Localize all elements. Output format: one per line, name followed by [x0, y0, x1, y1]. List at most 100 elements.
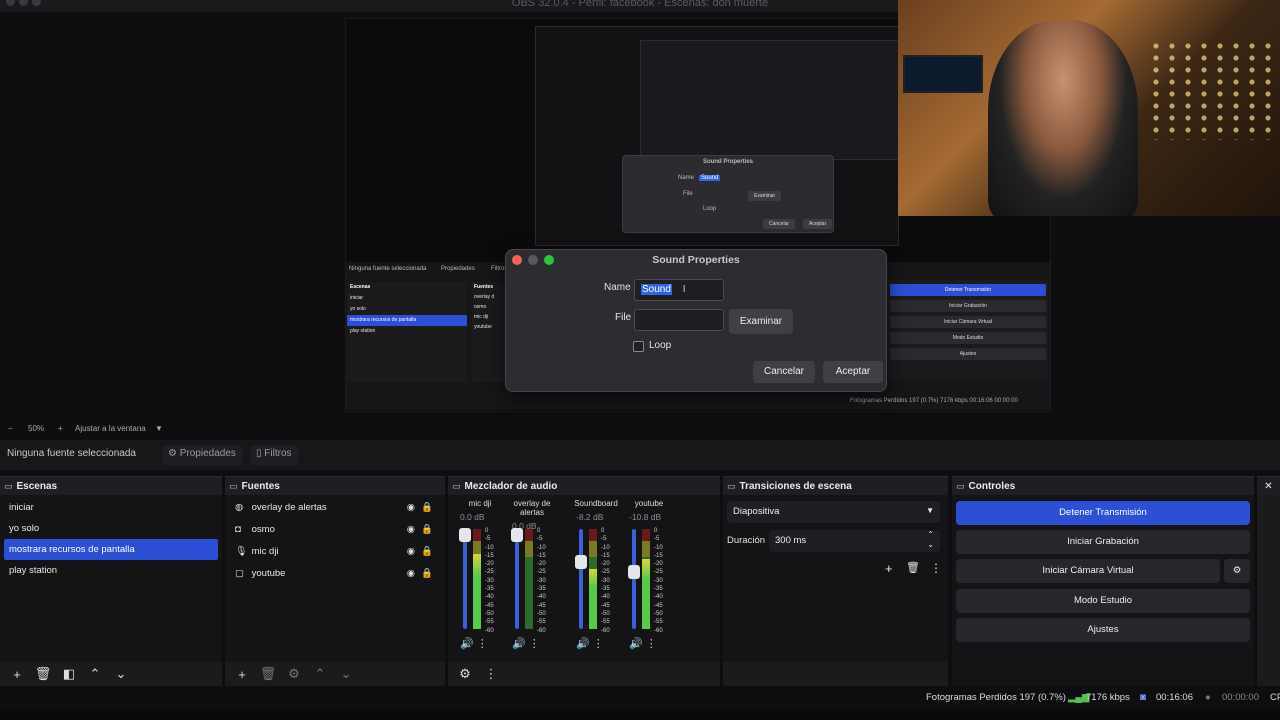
zoom-in-button[interactable]: +: [58, 424, 63, 433]
eye-icon[interactable]: ◉: [407, 519, 415, 541]
gear-icon[interactable]: ⚙: [283, 666, 305, 682]
globe-icon: ◍: [235, 502, 244, 513]
record-time: 00:00:00: [1222, 692, 1259, 703]
more-icon[interactable]: ⋮: [590, 638, 604, 650]
more-icon[interactable]: ⋮: [526, 638, 540, 650]
move-down-icon[interactable]: ⌄: [110, 666, 132, 682]
dock-float-icon[interactable]: ▭: [956, 481, 965, 492]
trash-icon[interactable]: 🗑: [906, 561, 920, 574]
file-input[interactable]: [634, 309, 724, 331]
lock-icon[interactable]: 🔒: [421, 519, 433, 541]
speaker-icon[interactable]: 🔊: [512, 638, 526, 650]
level-meter: [473, 529, 481, 629]
fader-handle[interactable]: [459, 528, 471, 542]
more-icon[interactable]: ⋮: [480, 666, 502, 682]
browse-button[interactable]: Examinar: [729, 309, 793, 334]
file-label: File: [615, 312, 632, 323]
name-input[interactable]: Sound I: [634, 279, 724, 301]
virtual-camera-button[interactable]: Iniciar Cámara Virtual: [956, 559, 1220, 583]
filter-icon[interactable]: ◧: [58, 666, 80, 682]
eye-icon[interactable]: ◉: [407, 541, 415, 563]
duration-input[interactable]: 300 ms ⌃ ⌄: [769, 530, 940, 552]
inner-scene-item: yo solo: [350, 306, 366, 312]
window-traffic-lights[interactable]: [6, 0, 45, 6]
add-source-button[interactable]: +: [231, 667, 253, 682]
name-label: Name: [604, 282, 631, 293]
scene-item-mostrara-recursos[interactable]: mostrara recursos de pantalla: [4, 539, 218, 560]
camera-icon: ◘: [235, 524, 241, 535]
speaker-icon[interactable]: 🔊: [576, 638, 590, 650]
studio-mode-button[interactable]: Modo Estudio: [956, 589, 1250, 613]
transition-select[interactable]: Diapositiva ▼: [727, 501, 940, 523]
chevron-down-icon[interactable]: ▼: [155, 424, 163, 433]
start-recording-button[interactable]: Iniciar Grabación: [956, 530, 1250, 554]
filters-button[interactable]: ▯ Filtros: [250, 445, 298, 465]
close-icon[interactable]: [512, 255, 522, 265]
volume-fader[interactable]: [515, 529, 519, 629]
volume-fader[interactable]: [632, 529, 636, 629]
fit-window-option[interactable]: Ajustar a la ventana: [75, 424, 146, 433]
audio-mixer-dock: ▭ Mezclador de audio mic dji 0.0 dB 0 -5 -10…: [448, 476, 720, 686]
fader-handle[interactable]: [511, 528, 523, 542]
loop-checkbox[interactable]: [633, 341, 644, 352]
accept-button[interactable]: Aceptar: [823, 361, 883, 383]
eye-icon[interactable]: ◉: [407, 497, 415, 519]
scale-tick: -10: [537, 544, 546, 551]
scene-item-iniciar[interactable]: iniciar: [0, 497, 222, 518]
dock-float-icon[interactable]: ▭: [4, 481, 13, 492]
dock-float-icon[interactable]: ▭: [229, 481, 238, 492]
stop-stream-button[interactable]: Detener Transmisión: [956, 501, 1250, 525]
scale-tick: -15: [485, 552, 494, 559]
volume-fader[interactable]: [579, 529, 583, 629]
dock-float-icon[interactable]: ▭: [727, 481, 736, 492]
source-item-osmo[interactable]: ◘ osmo ◉ 🔒: [225, 519, 445, 541]
stepper-icon[interactable]: ⌃ ⌄: [927, 530, 934, 550]
fader-handle[interactable]: [575, 555, 587, 569]
settings-button[interactable]: Ajustes: [956, 618, 1250, 642]
source-item-overlay[interactable]: ◍ overlay de alertas ◉ 🔒: [225, 497, 445, 519]
eye-icon[interactable]: ◉: [407, 563, 415, 585]
scene-item-yo-solo[interactable]: yo solo: [0, 518, 222, 539]
filter-icon: ▯: [256, 448, 262, 459]
transitions-title: Transiciones de escena: [739, 480, 852, 492]
more-icon[interactable]: ⋮: [930, 561, 942, 575]
trash-icon[interactable]: 🗑: [32, 666, 54, 682]
dock-float-icon[interactable]: ▭: [452, 481, 461, 492]
move-up-icon[interactable]: ⌃: [84, 666, 106, 682]
move-up-icon[interactable]: ⌃: [309, 666, 331, 682]
volume-fader[interactable]: [463, 529, 467, 629]
speaker-icon[interactable]: 🔊: [629, 638, 643, 650]
lock-icon[interactable]: 🔒: [421, 497, 433, 519]
text-cursor-icon: I: [682, 284, 686, 295]
gears-icon[interactable]: ⚙: [454, 666, 476, 682]
inner-scenes-title: Escenas: [350, 284, 371, 290]
more-icon[interactable]: ⋮: [643, 638, 657, 650]
transitions-dock: ▭ Transiciones de escena Diapositiva ▼ D…: [723, 476, 948, 686]
partial-dock: ✕: [1257, 476, 1280, 686]
filters-label: Filtros: [264, 448, 292, 459]
trash-icon[interactable]: 🗑: [257, 666, 279, 682]
zoom-out-button[interactable]: −: [8, 424, 13, 433]
more-icon[interactable]: ⋮: [474, 638, 488, 650]
lock-icon[interactable]: 🔒: [421, 541, 433, 563]
lock-icon[interactable]: 🔒: [421, 563, 433, 585]
add-scene-button[interactable]: +: [6, 667, 28, 682]
move-down-icon[interactable]: ⌄: [335, 666, 357, 682]
scale-tick: -25: [654, 569, 663, 576]
cancel-button[interactable]: Cancelar: [753, 361, 815, 383]
source-item-mic-dji[interactable]: 🎙 mic dji ◉ 🔒: [225, 541, 445, 563]
close-icon[interactable]: ✕: [1257, 477, 1280, 495]
scale-tick: -30: [537, 577, 546, 584]
scale-tick: -15: [654, 552, 663, 559]
add-transition-button[interactable]: +: [885, 561, 893, 576]
minimize-icon[interactable]: [528, 255, 538, 265]
scene-item-play-station[interactable]: play station: [0, 560, 222, 581]
fader-handle[interactable]: [628, 565, 640, 579]
properties-button[interactable]: ⚙ Propiedades: [162, 445, 242, 465]
speaker-icon[interactable]: 🔊: [460, 638, 474, 650]
scenes-list: iniciar yo solo mostrara recursos de pan…: [0, 495, 222, 662]
gear-icon[interactable]: ⚙: [1224, 559, 1250, 583]
zoom-icon[interactable]: [544, 255, 554, 265]
source-item-youtube[interactable]: ▢ youtube ◉ 🔒: [225, 563, 445, 585]
sources-dock: ▭ Fuentes ◍ overlay de alertas ◉ 🔒 ◘ osm…: [225, 476, 445, 686]
